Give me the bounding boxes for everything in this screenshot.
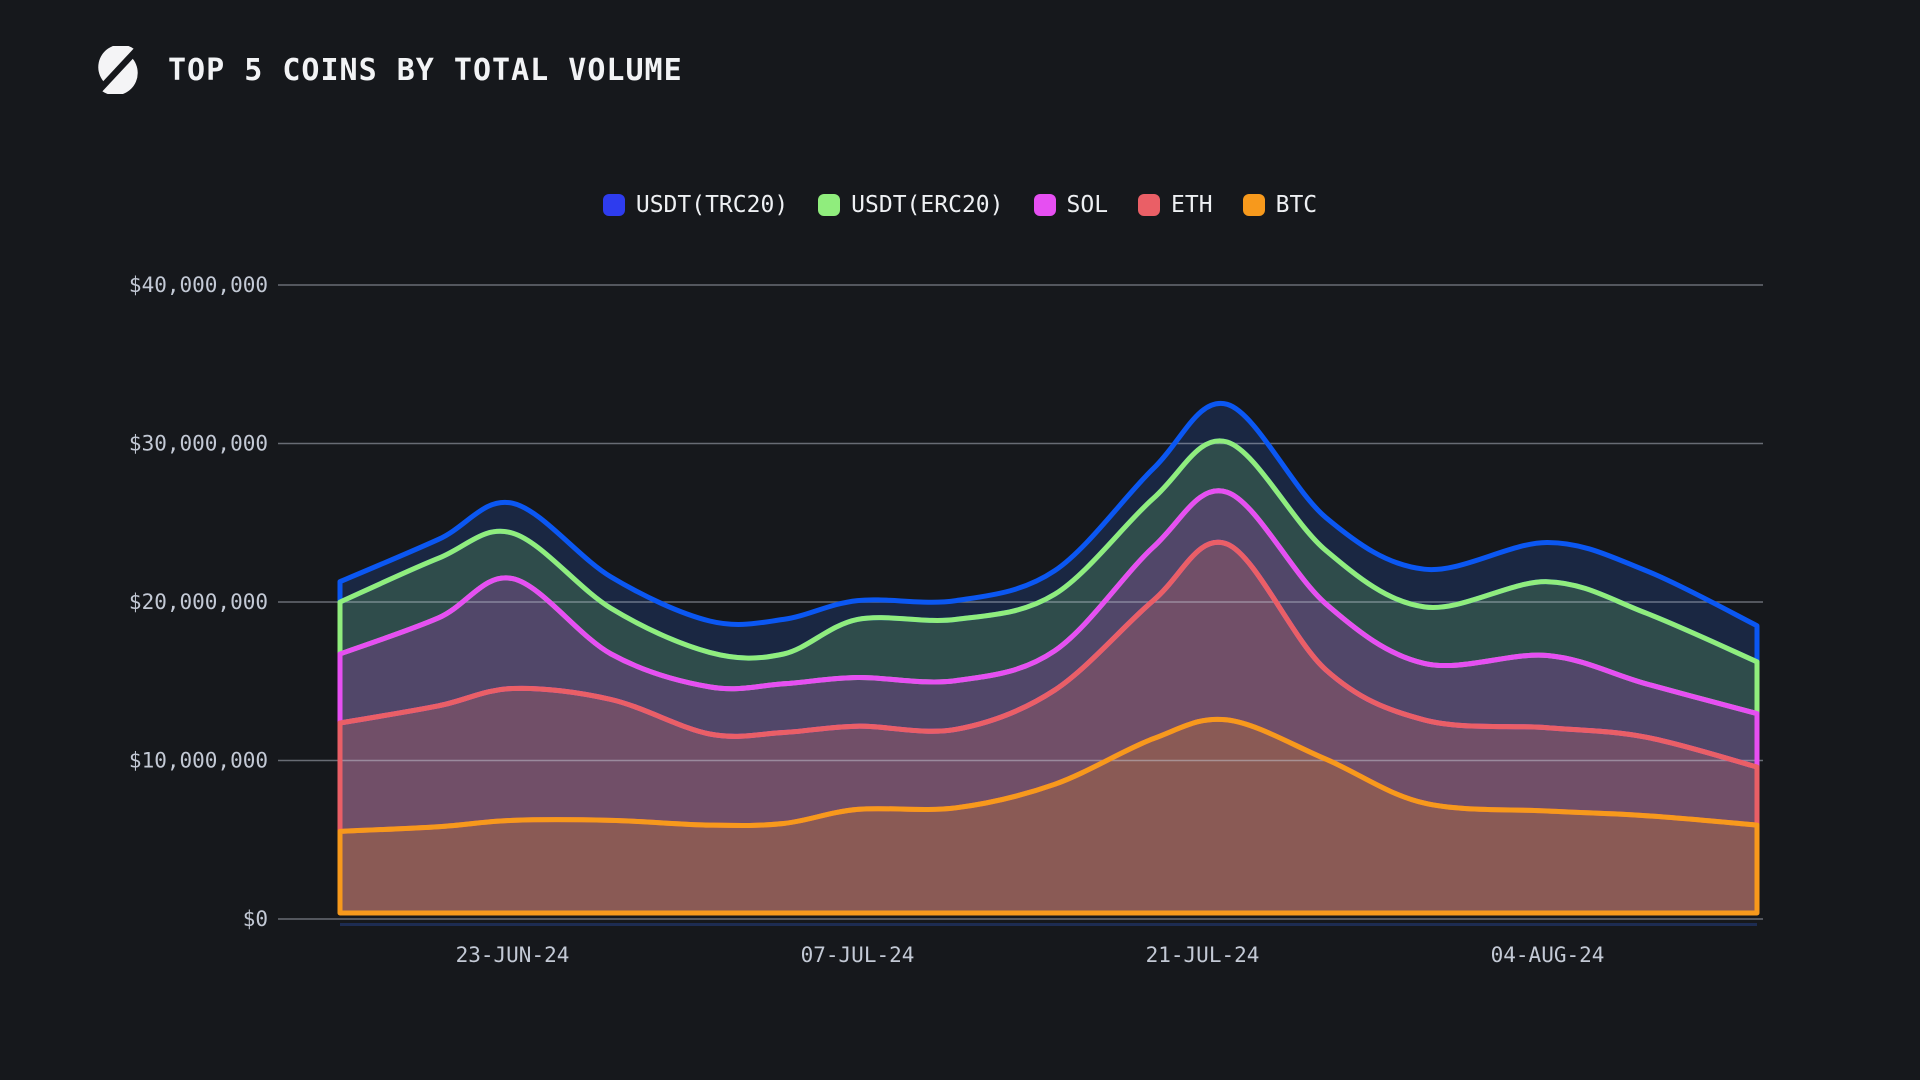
y-axis-label: $0: [243, 907, 268, 931]
y-axis-label: $30,000,000: [129, 432, 268, 456]
x-axis-label: 21-JUL-24: [1146, 943, 1260, 967]
y-axis-label: $40,000,000: [129, 273, 268, 297]
volume-area-chart: $0 $10,000,000 $20,000,000 $30,000,000 $40,0…: [0, 0, 1920, 1080]
x-axis-label: 04-AUG-24: [1491, 943, 1605, 967]
y-axis-label: $10,000,000: [129, 749, 268, 773]
area-fills: [340, 403, 1757, 913]
volume-dashboard: TOP 5 COINS BY TOTAL VOLUME USDT(TRC20)U…: [0, 0, 1920, 1080]
y-axis-label: $20,000,000: [129, 590, 268, 614]
x-axis-label: 23-JUN-24: [456, 943, 570, 967]
x-axis-label: 07-JUL-24: [801, 943, 915, 967]
